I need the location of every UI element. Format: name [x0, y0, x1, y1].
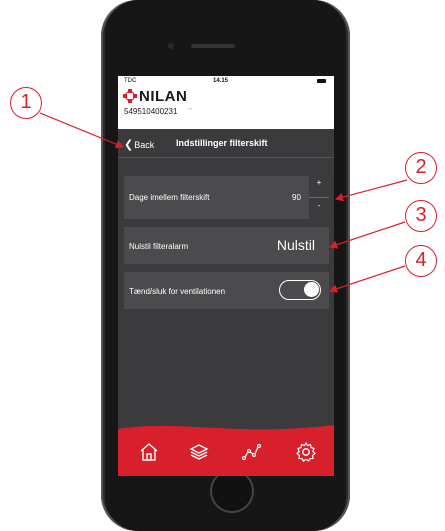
carrier-label: TDC	[124, 78, 137, 84]
filter-days-card: Dage imellem filterskift 90 + -	[124, 176, 329, 219]
page-title: Indstillinger filterskift	[176, 138, 268, 148]
ventilation-card: Tænd/sluk for ventilationen	[124, 272, 329, 309]
stepper-divider	[309, 197, 329, 198]
reset-button[interactable]: Nulstil	[277, 237, 315, 253]
tab-settings[interactable]	[294, 440, 318, 464]
nilan-logo-icon	[123, 89, 137, 103]
device-serial: 549510400231	[124, 107, 178, 116]
tab-graph[interactable]	[239, 440, 263, 464]
gear-icon	[296, 441, 316, 462]
nilan-logo: NILAN	[123, 87, 188, 105]
status-bar: TDC 14.15	[118, 76, 334, 86]
back-label: Back	[134, 139, 155, 150]
layers-icon	[189, 444, 209, 460]
app-header: TDC 14.15 NILAN 549510400231 ⌔	[118, 76, 334, 129]
callout-4: 4	[405, 245, 437, 277]
reset-alarm-label: Nulstil filteralarm	[129, 242, 189, 251]
decrement-button[interactable]: -	[309, 201, 329, 210]
battery-icon	[317, 79, 326, 83]
wifi-icon: ⌔	[187, 108, 194, 115]
back-button[interactable]: ❮ Back	[124, 138, 154, 151]
nav-bar: ❮ Back Indstillinger filterskift	[118, 129, 334, 157]
earpiece-speaker	[191, 44, 235, 48]
filter-days-label: Dage imellem filterskift	[129, 193, 210, 202]
increment-button[interactable]: +	[309, 178, 329, 187]
tab-layers[interactable]	[187, 440, 211, 464]
reset-alarm-card: Nulstil filteralarm Nulstil	[124, 227, 329, 264]
brand-name: NILAN	[139, 87, 188, 105]
callout-3: 3	[405, 200, 437, 232]
home-icon	[140, 443, 158, 461]
chart-icon	[241, 443, 262, 461]
chevron-left-icon: ❮	[124, 139, 134, 151]
clock: 14.15	[213, 78, 229, 84]
filter-days-value: 90	[292, 193, 301, 202]
ventilation-toggle[interactable]	[279, 280, 321, 300]
tab-bar	[118, 421, 334, 476]
filter-days-stepper: + -	[309, 176, 329, 219]
app-screen: TDC 14.15 NILAN 549510400231 ⌔ ❮ Back In…	[118, 76, 334, 476]
tab-home[interactable]	[137, 440, 161, 464]
front-camera	[168, 43, 174, 49]
callout-2: 2	[405, 152, 437, 184]
toggle-knob	[304, 282, 319, 297]
ventilation-label: Tænd/sluk for ventilationen	[129, 287, 226, 296]
nav-divider	[118, 157, 334, 158]
callout-1: 1	[10, 87, 42, 119]
